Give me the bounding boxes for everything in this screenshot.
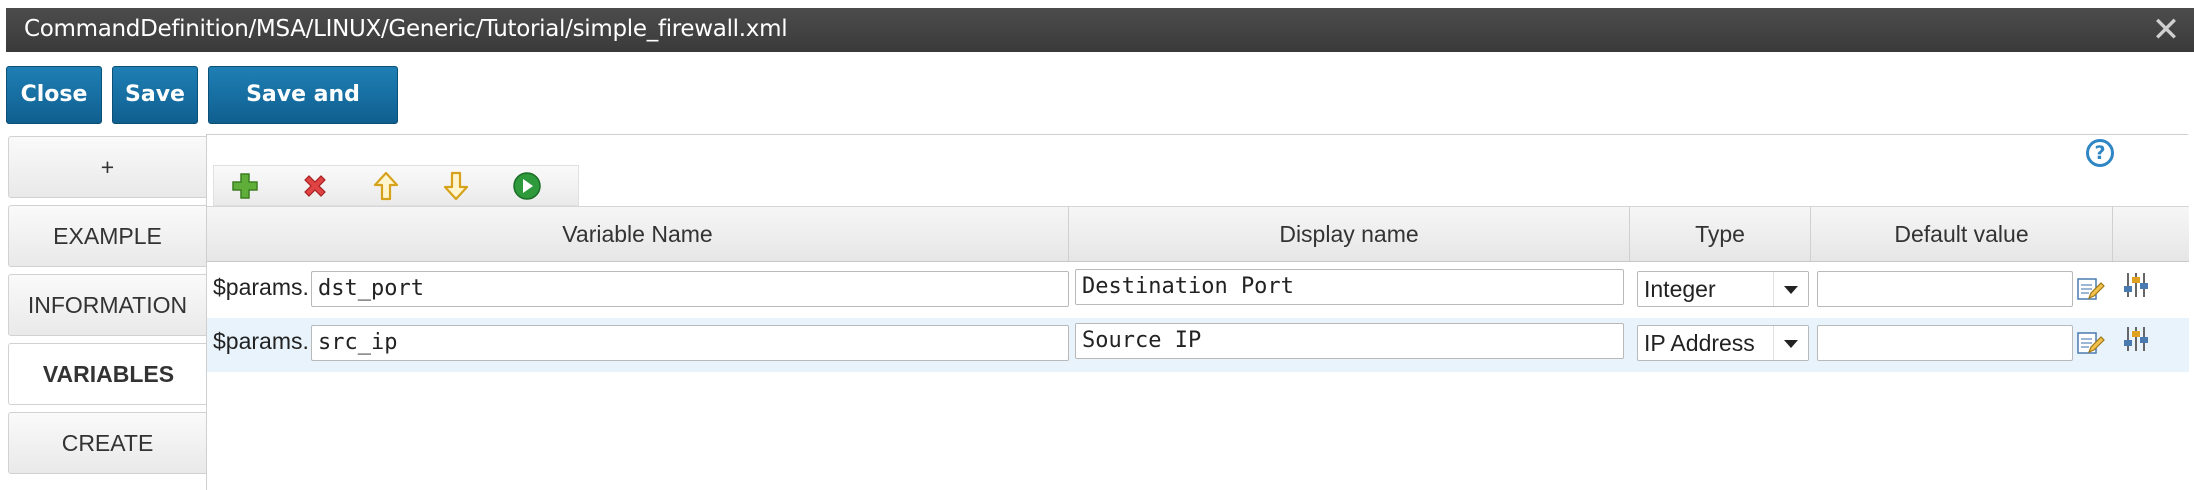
tab-variables[interactable]: VARIABLES [8,343,208,405]
delete-icon[interactable] [300,171,330,201]
type-select-value: Integer [1644,276,1716,302]
grid-icon-toolbar [213,165,579,206]
display-name-input[interactable]: Source IP [1075,323,1624,359]
tab-add[interactable]: + [8,136,207,198]
variable-name-input[interactable]: src_ip [311,325,1069,361]
add-icon[interactable] [230,171,260,201]
move-up-icon[interactable] [371,171,401,201]
type-select[interactable]: IP Address [1637,325,1809,361]
edit-icon[interactable] [2075,328,2105,358]
type-select-value: IP Address [1644,330,1755,356]
variable-name-input[interactable]: dst_port [311,271,1069,307]
column-header-display-name[interactable]: Display name [1069,207,1630,261]
settings-sliders-icon[interactable] [2121,324,2151,354]
default-value-input[interactable] [1817,271,2073,307]
table-row: $params. src_ip Source IP IP Address [207,318,2189,372]
window-titlebar: CommandDefinition/MSA/LINUX/Generic/Tuto… [6,8,2194,52]
close-x-icon[interactable]: ✕ [2148,12,2184,48]
save-and-close-button[interactable]: Save and Close [208,66,398,163]
close-button[interactable]: Close [6,66,102,124]
edit-icon[interactable] [2075,274,2105,304]
column-header-default-value[interactable]: Default value [1811,207,2113,261]
display-name-input[interactable]: Destination Port [1075,269,1624,305]
tab-information[interactable]: INFORMATION [8,274,207,336]
chevron-down-icon[interactable] [1773,272,1808,306]
window-title: CommandDefinition/MSA/LINUX/Generic/Tuto… [24,16,788,42]
settings-sliders-icon[interactable] [2121,270,2151,300]
default-value-input[interactable] [1817,325,2073,361]
params-prefix: $params. [213,274,309,300]
column-header-variable-name[interactable]: Variable Name [207,207,1069,261]
variables-panel: ? Variable Name Display name Type Defaul… [206,134,2189,490]
run-icon[interactable] [512,171,542,201]
column-header-type[interactable]: Type [1630,207,1811,261]
column-header-actions [2113,207,2189,261]
table-row: $params. dst_port Destination Port Integ… [207,262,2189,316]
move-down-icon[interactable] [441,171,471,201]
chevron-down-icon[interactable] [1773,326,1808,360]
tab-create[interactable]: CREATE [8,412,207,474]
help-icon[interactable]: ? [2086,139,2114,167]
params-prefix: $params. [213,328,309,354]
save-button[interactable]: Save [112,66,198,124]
tab-example[interactable]: EXAMPLE [8,205,207,267]
grid-header: Variable Name Display name Type Default … [207,206,2189,262]
type-select[interactable]: Integer [1637,271,1809,307]
